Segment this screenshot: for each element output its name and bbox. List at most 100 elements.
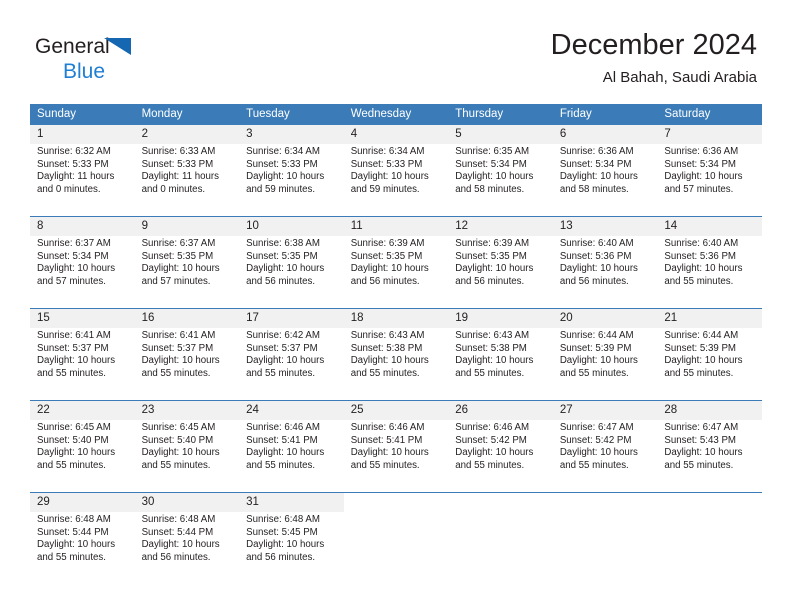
day-daylight2-text: and 57 minutes.	[664, 183, 734, 195]
day-sunset-text: Sunset: 5:33 PM	[246, 158, 318, 170]
day-daylight1-text: Daylight: 10 hours	[559, 263, 638, 275]
day-number[interactable]: 11	[343, 216, 449, 236]
day-number[interactable]: 31	[239, 492, 344, 512]
day-sunset-text: Sunset: 5:37 PM	[37, 342, 109, 354]
day-number[interactable]: 10	[239, 216, 344, 236]
day-daylight1-text: Daylight: 10 hours	[455, 355, 534, 367]
day-daylight2-text: and 55 minutes.	[664, 275, 734, 287]
day-sunset-text: Sunset: 5:33 PM	[37, 158, 109, 170]
day-daylight1-text: Daylight: 10 hours	[455, 447, 534, 459]
day-cell[interactable]: Sunrise: 6:48 AM Sunset: 5:45 PM Daylight:…	[239, 512, 344, 584]
day-number[interactable]: 19	[448, 308, 553, 328]
day-number[interactable]: 7	[657, 125, 762, 144]
day-cell[interactable]: Sunrise: 6:38 AM Sunset: 5:35 PM Daylight:…	[239, 236, 344, 309]
day-number[interactable]: 16	[134, 308, 240, 328]
day-sunset-text: Sunset: 5:41 PM	[246, 434, 318, 446]
day-cell[interactable]: Sunrise: 6:39 AM Sunset: 5:35 PM Daylight:…	[448, 236, 553, 309]
day-number[interactable]: 9	[134, 216, 240, 236]
day-sunrise-text: Sunrise: 6:43 AM	[350, 330, 425, 341]
day-sunset-text: Sunset: 5:33 PM	[141, 158, 214, 170]
day-daylight2-text: and 55 minutes.	[141, 459, 211, 471]
day-cell[interactable]: Sunrise: 6:34 AM Sunset: 5:33 PM Daylight:…	[343, 144, 449, 217]
day-cell[interactable]: Sunrise: 6:37 AM Sunset: 5:34 PM Daylight:…	[30, 236, 135, 309]
day-cell[interactable]: Sunrise: 6:33 AM Sunset: 5:33 PM Daylight:…	[134, 144, 240, 217]
day-cell[interactable]: Sunrise: 6:36 AM Sunset: 5:34 PM Daylight:…	[552, 144, 658, 217]
day-number[interactable]: 18	[343, 308, 449, 328]
day-daylight1-text: Daylight: 10 hours	[455, 171, 534, 183]
day-number[interactable]: 22	[30, 400, 135, 420]
day-number[interactable]: 27	[552, 400, 658, 420]
day-daylight2-text: and 55 minutes.	[664, 367, 734, 379]
day-cell[interactable]: Sunrise: 6:39 AM Sunset: 5:35 PM Daylight:…	[343, 236, 449, 309]
day-number[interactable]: 21	[657, 308, 762, 328]
calendar-header-row: Sunday Monday Tuesday Wednesday Thursday…	[30, 104, 762, 125]
day-daylight2-text: and 0 minutes.	[141, 183, 206, 195]
day-cell[interactable]: Sunrise: 6:40 AM Sunset: 5:36 PM Daylight:…	[657, 236, 762, 309]
day-sunrise-text: Sunrise: 6:38 AM	[246, 238, 320, 249]
day-number[interactable]: 6	[552, 125, 658, 144]
day-cell[interactable]: Sunrise: 6:41 AM Sunset: 5:37 PM Daylight:…	[30, 328, 135, 401]
day-cell[interactable]: Sunrise: 6:46 AM Sunset: 5:41 PM Daylight:…	[239, 420, 344, 493]
day-cell[interactable]: Sunrise: 6:43 AM Sunset: 5:38 PM Daylight:…	[448, 328, 553, 401]
day-cell[interactable]: Sunrise: 6:47 AM Sunset: 5:42 PM Daylight:…	[552, 420, 658, 493]
day-cell[interactable]: Sunrise: 6:46 AM Sunset: 5:41 PM Daylight:…	[343, 420, 449, 493]
day-sunrise-text: Sunrise: 6:34 AM	[246, 146, 320, 157]
day-daylight2-text: and 55 minutes.	[350, 367, 420, 379]
day-number[interactable]: 12	[448, 216, 553, 236]
day-cell[interactable]: Sunrise: 6:37 AM Sunset: 5:35 PM Daylight:…	[134, 236, 240, 309]
day-cell[interactable]: Sunrise: 6:47 AM Sunset: 5:43 PM Daylight:…	[657, 420, 762, 493]
day-number[interactable]: 23	[134, 400, 240, 420]
day-number[interactable]: 20	[552, 308, 658, 328]
day-cell[interactable]: Sunrise: 6:44 AM Sunset: 5:39 PM Daylight:…	[552, 328, 658, 401]
day-number[interactable]: 26	[448, 400, 553, 420]
day-daylight2-text: and 55 minutes.	[664, 459, 734, 471]
day-cell[interactable]: Sunrise: 6:34 AM Sunset: 5:33 PM Daylight:…	[239, 144, 344, 217]
day-sunset-text: Sunset: 5:44 PM	[141, 526, 214, 538]
day-cell[interactable]: Sunrise: 6:46 AM Sunset: 5:42 PM Daylight:…	[448, 420, 553, 493]
day-sunrise-text: Sunrise: 6:37 AM	[37, 238, 111, 249]
day-number[interactable]: 29	[30, 492, 135, 512]
day-daylight1-text: Daylight: 10 hours	[141, 539, 220, 551]
day-cell[interactable]: Sunrise: 6:44 AM Sunset: 5:39 PM Daylight:…	[657, 328, 762, 401]
day-number[interactable]: 25	[343, 400, 449, 420]
day-number[interactable]: 5	[448, 125, 553, 144]
day-daylight1-text: Daylight: 10 hours	[37, 263, 116, 275]
day-sunrise-text: Sunrise: 6:40 AM	[559, 238, 634, 249]
day-cell[interactable]: Sunrise: 6:35 AM Sunset: 5:34 PM Daylight:…	[448, 144, 553, 217]
day-number[interactable]: 14	[657, 216, 762, 236]
day-number[interactable]: 17	[239, 308, 344, 328]
day-cell[interactable]: Sunrise: 6:41 AM Sunset: 5:37 PM Daylight:…	[134, 328, 240, 401]
day-sunset-text: Sunset: 5:36 PM	[559, 250, 632, 262]
day-cell[interactable]: Sunrise: 6:45 AM Sunset: 5:40 PM Daylight:…	[30, 420, 135, 493]
day-cell[interactable]: Sunrise: 6:42 AM Sunset: 5:37 PM Daylight:…	[239, 328, 344, 401]
day-number[interactable]: 1	[30, 125, 135, 144]
day-daylight2-text: and 55 minutes.	[350, 459, 420, 471]
day-number[interactable]: 2	[134, 125, 240, 144]
day-sunrise-text: Sunrise: 6:45 AM	[141, 422, 216, 433]
day-sunset-text: Sunset: 5:37 PM	[141, 342, 214, 354]
logo-text-blue: Blue	[63, 60, 106, 83]
day-sunrise-text: Sunrise: 6:47 AM	[559, 422, 634, 433]
day-number[interactable]: 4	[343, 125, 449, 144]
day-sunset-text: Sunset: 5:38 PM	[350, 342, 423, 354]
day-cell[interactable]: Sunrise: 6:48 AM Sunset: 5:44 PM Daylight:…	[134, 512, 240, 584]
day-cell[interactable]: Sunrise: 6:43 AM Sunset: 5:38 PM Daylight:…	[343, 328, 449, 401]
day-cell[interactable]: Sunrise: 6:36 AM Sunset: 5:34 PM Daylight:…	[657, 144, 762, 217]
day-cell[interactable]: Sunrise: 6:32 AM Sunset: 5:33 PM Daylight:…	[30, 144, 135, 217]
calendar-page: General Blue December 2024 Al Bahah, Sau…	[0, 0, 792, 612]
day-number[interactable]: 15	[30, 308, 135, 328]
day-number[interactable]: 3	[239, 125, 344, 144]
day-number[interactable]: 13	[552, 216, 658, 236]
day-number[interactable]: 28	[657, 400, 762, 420]
day-cell[interactable]: Sunrise: 6:48 AM Sunset: 5:44 PM Daylight:…	[30, 512, 135, 584]
calendar-week-detail-row: Sunrise: 6:32 AM Sunset: 5:33 PM Daylight:…	[30, 144, 762, 217]
general-blue-logo[interactable]: General Blue	[35, 36, 185, 84]
day-sunrise-text: Sunrise: 6:41 AM	[141, 330, 216, 341]
day-number[interactable]: 24	[239, 400, 344, 420]
day-number[interactable]: 30	[134, 492, 240, 512]
day-daylight1-text: Daylight: 10 hours	[141, 355, 220, 367]
day-daylight2-text: and 59 minutes.	[350, 183, 420, 195]
day-cell[interactable]: Sunrise: 6:40 AM Sunset: 5:36 PM Daylight:…	[552, 236, 658, 309]
day-cell[interactable]: Sunrise: 6:45 AM Sunset: 5:40 PM Daylight:…	[134, 420, 240, 493]
day-number[interactable]: 8	[30, 216, 135, 236]
